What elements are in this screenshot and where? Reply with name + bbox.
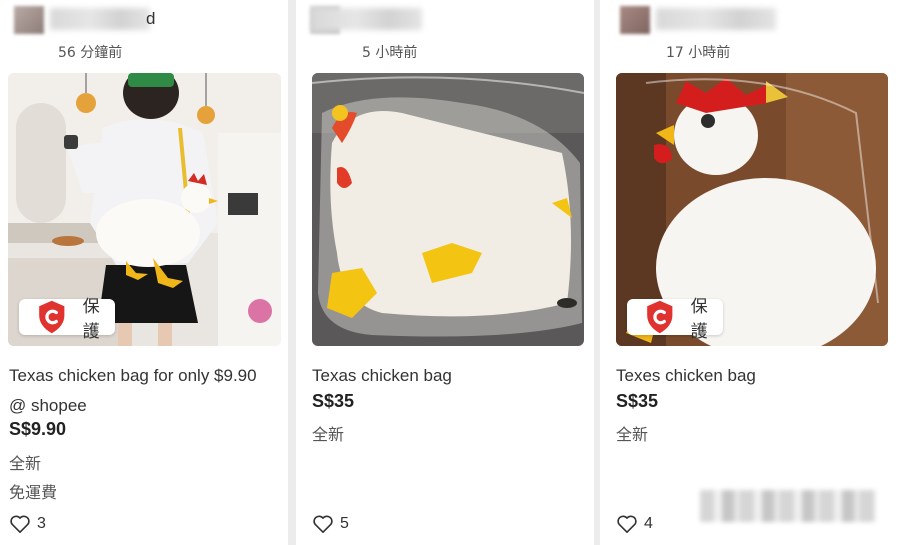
listing-photo[interactable]: 保護 xyxy=(8,73,281,346)
seller-avatar[interactable] xyxy=(14,6,44,34)
listing-card[interactable]: 5 小時前 Texas chicken bag S$35 全新 5 xyxy=(296,0,594,545)
listing-title[interactable]: Texes chicken bag xyxy=(616,361,886,391)
listing-title[interactable]: Texas chicken bag xyxy=(312,361,582,391)
listing-title-line1: Texas chicken bag for only $9.90 xyxy=(9,366,257,385)
like-button[interactable]: 3 xyxy=(9,514,46,534)
seller-header[interactable]: 17 小時前 xyxy=(600,0,900,70)
protection-badge[interactable]: 保護 xyxy=(627,297,724,342)
heart-outline-icon xyxy=(10,515,30,533)
listing-photo[interactable]: 保護 xyxy=(616,73,888,346)
posted-time: 5 小時前 xyxy=(362,45,418,61)
like-count: 5 xyxy=(340,515,349,532)
shield-check-icon xyxy=(647,300,673,334)
listing-title-line1: Texes chicken bag xyxy=(616,366,756,385)
photo-chicken-bag-in-plastic xyxy=(312,73,584,346)
listing-title[interactable]: Texas chicken bag for only $9.90 @ shope… xyxy=(9,361,279,421)
listing-condition: 全新 xyxy=(616,425,649,444)
seller-header[interactable]: d 56 分鐘前 xyxy=(0,0,288,70)
seller-name-blurred[interactable] xyxy=(656,8,776,30)
listing-title-line2: @ shopee xyxy=(9,396,87,415)
like-count: 3 xyxy=(37,515,46,532)
shield-check-icon xyxy=(39,300,65,334)
heart-outline-icon xyxy=(313,515,333,533)
protection-label: 保護 xyxy=(82,297,100,342)
protection-label: 保護 xyxy=(690,297,708,342)
free-shipping-label: 免運費 xyxy=(9,483,58,502)
like-count: 4 xyxy=(644,515,653,532)
listing-price: S$35 xyxy=(312,391,355,411)
seller-header[interactable]: 5 小時前 xyxy=(296,0,594,70)
seller-name-blurred[interactable] xyxy=(50,8,150,30)
seller-avatar[interactable] xyxy=(620,6,650,34)
blurred-watermark xyxy=(700,490,876,522)
like-button[interactable]: 4 xyxy=(616,514,653,534)
seller-name-suffix: d xyxy=(146,9,156,28)
seller-name-blurred[interactable] xyxy=(312,8,422,30)
listing-condition: 全新 xyxy=(312,425,345,444)
like-button[interactable]: 5 xyxy=(312,514,349,534)
protection-badge[interactable]: 保護 xyxy=(19,297,116,342)
listing-card[interactable]: 17 小時前 保護 Texes chicken bag S$35 全新 4 xyxy=(600,0,900,545)
listing-grid: d 56 分鐘前 保護 Texas chicken bag for only $… xyxy=(0,0,900,545)
listing-photo[interactable] xyxy=(312,73,584,346)
posted-time: 56 分鐘前 xyxy=(58,45,123,61)
listing-title-line1: Texas chicken bag xyxy=(312,366,452,385)
listing-price: S$9.90 xyxy=(9,419,67,439)
posted-time: 17 小時前 xyxy=(666,45,731,61)
listing-price: S$35 xyxy=(616,391,659,411)
heart-outline-icon xyxy=(617,515,637,533)
listing-condition: 全新 xyxy=(9,454,42,473)
listing-card[interactable]: d 56 分鐘前 保護 Texas chicken bag for only $… xyxy=(0,0,288,545)
